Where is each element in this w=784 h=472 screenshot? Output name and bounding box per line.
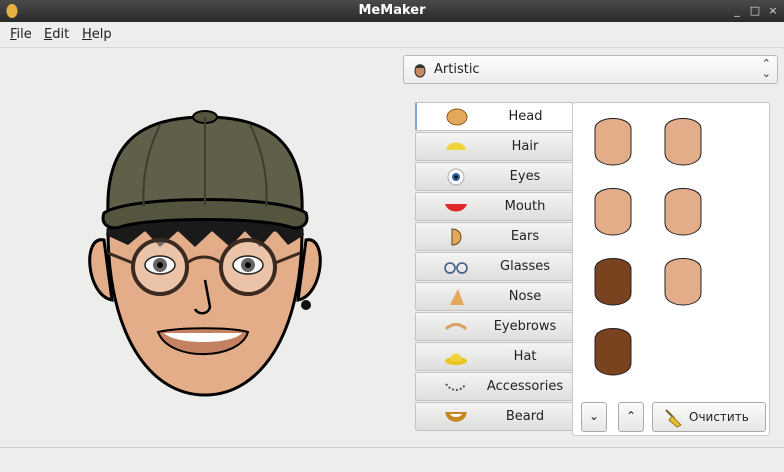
category-glasses[interactable]: Glasses [415,252,573,281]
category-hat[interactable]: Hat [415,342,573,371]
accessories-icon [445,383,467,391]
scroll-down-button[interactable]: ⌄ [581,402,607,432]
options-panel: ⌄ ⌃ Очистить [572,102,770,436]
nose-icon [450,289,464,305]
window-title: MeMaker [358,3,426,18]
head-option-1[interactable] [593,117,633,169]
broom-icon [665,409,682,428]
category-eyebrows[interactable]: Eyebrows [415,312,573,341]
head-option-3[interactable] [593,187,633,239]
head-icon [446,108,468,126]
hat-icon [445,353,467,365]
updown-chevron-icon: ⌃ ⌄ [761,57,771,80]
hair-icon [446,142,466,150]
category-nose[interactable]: Nose [415,282,573,311]
head-option-2[interactable] [663,117,703,169]
head-option-6[interactable] [663,257,703,309]
category-mouth[interactable]: Mouth [415,192,573,221]
clear-button-label: Очистить [689,410,749,424]
head-option-7[interactable] [593,327,633,379]
eyebrow-icon [444,323,468,331]
style-select-value: Artistic [434,62,480,77]
category-beard[interactable]: Beard [415,402,573,431]
style-select[interactable]: Artistic ⌃ ⌄ [403,55,778,84]
category-head[interactable]: Head [415,102,573,131]
category-accessories[interactable]: Accessories [415,372,573,401]
category-eyes[interactable]: Eyes [415,162,573,191]
eye-icon [447,168,465,186]
face-style-icon [414,64,426,78]
menu-bar: File Edit Help [0,22,784,48]
earring [301,300,311,310]
glasses-icon [444,262,468,274]
clear-button[interactable]: Очистить [652,402,766,432]
minimize-button[interactable]: _ [730,4,744,18]
title-bar: MeMaker _ □ × [0,0,784,22]
category-list: Head Hair Eyes Mouth Ears Glasses Nose E… [415,102,573,434]
chevron-up-icon: ⌃ [625,409,637,423]
chevron-down-icon: ⌄ [588,409,600,423]
status-bar [0,447,784,472]
face-canvas [88,110,322,397]
head-option-4[interactable] [663,187,703,239]
category-ears[interactable]: Ears [415,222,573,251]
scroll-up-button[interactable]: ⌃ [618,402,644,432]
beard-icon [445,412,467,422]
menu-help[interactable]: Help [82,27,112,42]
mouth-icon [445,204,467,212]
maximize-button[interactable]: □ [748,4,762,18]
close-button[interactable]: × [766,4,780,18]
head-option-5[interactable] [593,257,633,309]
menu-edit[interactable]: Edit [44,27,69,42]
menu-file[interactable]: File [10,27,32,42]
ear-icon [451,228,462,246]
category-hair[interactable]: Hair [415,132,573,161]
